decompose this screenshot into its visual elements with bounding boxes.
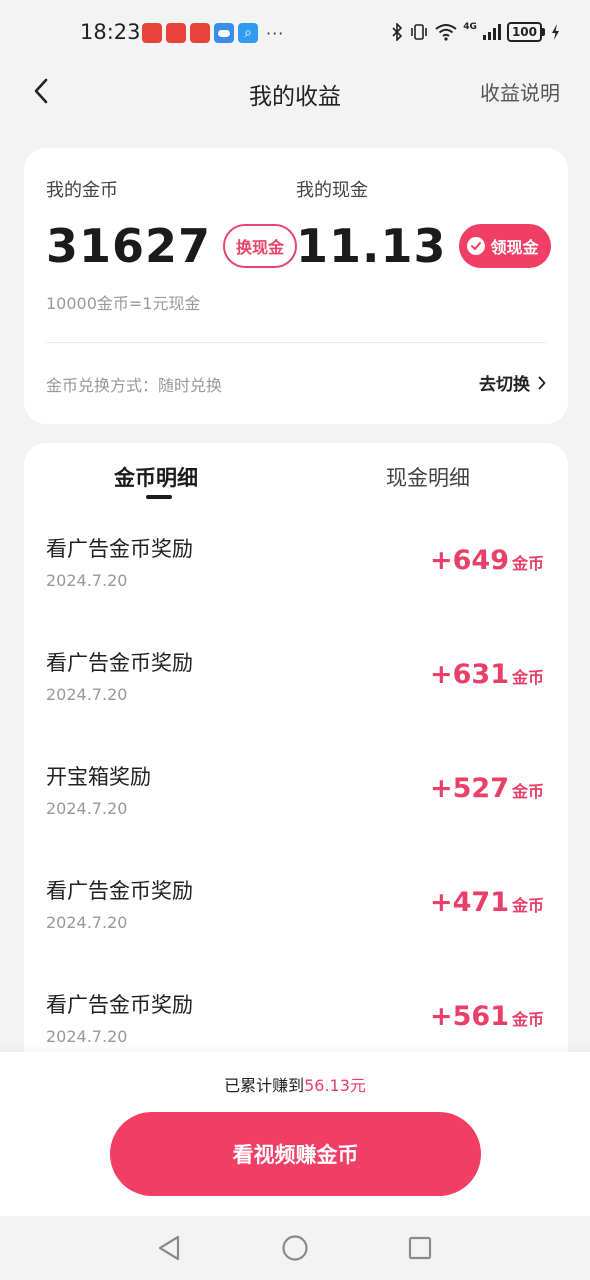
coin-record-list: 看广告金币奖励 2024.7.20 +649 金币 看广告金币奖励 2024.7… xyxy=(24,523,568,1083)
network-type-label: 4G xyxy=(463,22,477,32)
earnings-info-link[interactable]: 收益说明 xyxy=(480,77,560,106)
withdraw-label: 领现金 xyxy=(490,238,539,257)
triangle-back-icon xyxy=(158,1235,180,1261)
record-date: 2024.7.20 xyxy=(46,1027,128,1046)
record-title: 看广告金币奖励 xyxy=(46,879,193,903)
record-amount-unit: 金币 xyxy=(511,1010,544,1029)
check-icon xyxy=(466,237,485,255)
system-recents-button[interactable] xyxy=(404,1232,436,1264)
wifi-icon xyxy=(435,24,457,41)
vibrate-icon xyxy=(411,24,428,40)
exchange-rate-text: 10000金币=1元现金 xyxy=(46,294,201,313)
cash-label: 我的现金 xyxy=(296,180,368,201)
record-date: 2024.7.20 xyxy=(46,571,128,590)
record-title: 看广告金币奖励 xyxy=(46,993,193,1017)
coins-balance: 我的金币 31627 换现金 xyxy=(46,176,298,273)
bluetooth-icon xyxy=(392,23,403,41)
record-title: 开宝箱奖励 xyxy=(46,765,151,789)
charging-icon xyxy=(552,24,559,40)
status-indicators: 4G 100 xyxy=(391,22,560,42)
exchange-mode-text: 金币兑换方式：随时兑换 xyxy=(46,376,223,395)
notification-icons: ⌕ ··· xyxy=(142,23,284,43)
record-amount-unit: 金币 xyxy=(511,668,544,687)
battery-icon: 100 xyxy=(506,22,545,42)
detail-tabs: 金币明细 现金明细 xyxy=(24,443,568,507)
record-amount-unit: 金币 xyxy=(511,554,544,573)
chevron-right-icon xyxy=(538,376,546,389)
record-amount-unit: 金币 xyxy=(511,896,544,915)
record-title: 看广告金币奖励 xyxy=(46,651,193,675)
weather-icon xyxy=(214,23,234,43)
system-home-button[interactable] xyxy=(279,1232,311,1264)
record-date: 2024.7.20 xyxy=(46,913,128,932)
record-amount: +527 金币 xyxy=(430,773,544,804)
withdraw-cash-button[interactable]: 领现金 xyxy=(458,224,551,268)
coins-value: 31627 xyxy=(46,219,212,273)
record-amount-value: +561 xyxy=(430,1001,509,1032)
square-recents-icon xyxy=(408,1236,432,1260)
circle-home-icon xyxy=(282,1235,308,1261)
search-app-icon: ⌕ xyxy=(238,23,258,43)
watch-video-earn-coins-button[interactable]: 看视频赚金币 xyxy=(110,1112,481,1196)
tab-coin-details[interactable]: 金币明细 xyxy=(114,462,198,492)
list-item: 看广告金币奖励 2024.7.20 +631 金币 xyxy=(24,637,568,751)
status-time: 18:23 xyxy=(80,20,141,44)
divider xyxy=(46,342,546,343)
record-amount-value: +527 xyxy=(430,773,509,804)
app-notification-icon xyxy=(142,23,162,43)
list-item: 看广告金币奖励 2024.7.20 +471 金币 xyxy=(24,865,568,979)
record-amount-value: +649 xyxy=(430,545,509,576)
record-date: 2024.7.20 xyxy=(46,799,128,818)
cash-value: 11.13 xyxy=(296,219,447,273)
back-arrow-icon xyxy=(34,78,48,104)
exchange-cash-button[interactable]: 换现金 xyxy=(223,224,298,268)
list-item: 看广告金币奖励 2024.7.20 +649 金币 xyxy=(24,523,568,637)
earnings-page: 18:23 ⌕ ··· 4G 100 我的收益 收益说明 我的金币 31627 … xyxy=(0,0,590,1280)
coins-label: 我的金币 xyxy=(46,180,118,201)
total-earned-line: 已累计赚到56.13元 xyxy=(0,1072,590,1096)
app-notification-icon xyxy=(166,23,186,43)
record-amount-value: +471 xyxy=(430,887,509,918)
record-amount: +471 金币 xyxy=(430,887,544,918)
more-notifications-icon: ··· xyxy=(266,23,285,43)
system-back-button[interactable] xyxy=(153,1232,185,1264)
record-amount: +561 金币 xyxy=(430,1001,544,1032)
tab-cash-details[interactable]: 现金明细 xyxy=(386,462,470,492)
app-notification-icon xyxy=(190,23,210,43)
signal-icon xyxy=(482,24,501,40)
record-amount-unit: 金币 xyxy=(511,782,544,801)
balance-card: 我的金币 31627 换现金 我的现金 11.13 领现金 10000金币=1元… xyxy=(24,148,568,424)
system-nav-bar xyxy=(0,1216,590,1280)
record-amount: +631 金币 xyxy=(430,659,544,690)
bottom-action-bar: 已累计赚到56.13元 看视频赚金币 xyxy=(0,1052,590,1216)
switch-mode-button[interactable]: 去切换 xyxy=(479,370,546,395)
record-amount-value: +631 xyxy=(430,659,509,690)
record-amount: +649 金币 xyxy=(430,545,544,576)
status-bar: 18:23 ⌕ ··· 4G 100 xyxy=(0,0,590,64)
total-earned-amount: 56.13元 xyxy=(304,1076,366,1095)
battery-level: 100 xyxy=(506,22,542,42)
cash-balance: 我的现金 11.13 领现金 xyxy=(296,176,551,272)
active-tab-indicator xyxy=(146,495,172,499)
back-button[interactable] xyxy=(26,76,56,106)
list-item: 开宝箱奖励 2024.7.20 +527 金币 xyxy=(24,751,568,865)
detail-panel: 金币明细 现金明细 看广告金币奖励 2024.7.20 +649 金币 看广告金… xyxy=(24,443,568,1083)
total-earned-prefix: 已累计赚到 xyxy=(224,1076,305,1095)
switch-label: 去切换 xyxy=(479,375,530,395)
top-nav-bar: 我的收益 收益说明 xyxy=(0,64,590,120)
record-title: 看广告金币奖励 xyxy=(46,537,193,561)
record-date: 2024.7.20 xyxy=(46,685,128,704)
